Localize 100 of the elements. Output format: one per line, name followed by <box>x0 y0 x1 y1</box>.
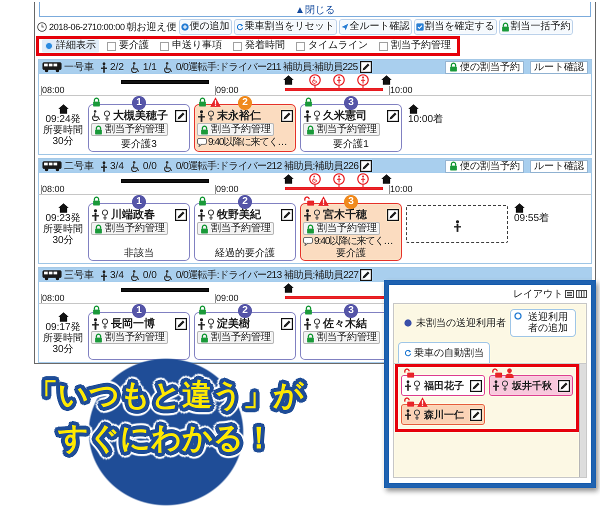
reservation-label: 割当予約管理 <box>317 332 377 343</box>
toolbar-button[interactable]: 割当を確定する <box>414 19 497 35</box>
legend-label: 未割当の送迎利用者 <box>416 316 506 330</box>
layout-label: レイアウト <box>513 288 563 301</box>
note-text: 9:40以降に来てく… <box>208 137 286 148</box>
padlock-icon <box>200 332 209 342</box>
passenger-card[interactable]: 末永裕仁 割当予約管理 9:40以降に来てく… <box>194 104 296 152</box>
reservation-label: 割当予約管理 <box>211 332 271 343</box>
pencil-icon <box>281 110 293 122</box>
pencil-icon <box>281 318 293 330</box>
passenger-card[interactable]: 牧野美紀 割当予約管理 経過的要介護 <box>194 203 296 261</box>
number-badge: 2 <box>238 96 252 110</box>
staff-info: 0/0運転手:ドライバー212 補助員:補助員226 <box>176 160 358 173</box>
wheelchair-seat-count: 0/0 <box>142 270 157 280</box>
time-label: 08:00 <box>42 184 65 194</box>
checkbox-option[interactable]: 割当予約管理 <box>376 39 454 53</box>
bus-icon <box>42 269 62 281</box>
pencil-icon <box>558 380 570 392</box>
passenger-name: 末永裕仁 <box>217 108 261 123</box>
passenger-card[interactable]: 森川一仁 <box>401 404 485 425</box>
female-symbol-icon <box>501 380 509 392</box>
list-view-icon <box>565 290 574 298</box>
person-icon <box>404 380 412 391</box>
passenger-name: 佐々木結 <box>323 316 367 331</box>
female-symbol-icon <box>207 318 215 330</box>
header-button[interactable]: ルート確認 <box>530 60 588 74</box>
passenger-name: 福田花子 <box>424 380 464 392</box>
passenger-card[interactable]: 久米憲司 割当予約管理 要介護1 <box>300 104 402 152</box>
female-symbol-icon <box>413 408 421 420</box>
arrival-time: 09:55着 <box>514 213 550 224</box>
female-symbol-icon <box>207 110 215 122</box>
reservation-label: 割当予約管理 <box>211 124 271 135</box>
passenger-name: 森川一仁 <box>424 408 464 422</box>
passenger-card[interactable]: 福田花子 <box>401 375 485 396</box>
passenger-card[interactable]: 大槻美穂子 割当予約管理 要介護3 <box>88 104 190 152</box>
passenger-card[interactable]: 坂井千秋 <box>489 375 573 396</box>
house-icon <box>514 203 525 213</box>
refresh-icon <box>404 349 412 357</box>
trip-name: 朝お迎え便 <box>126 20 177 34</box>
passenger-name: 牧野美紀 <box>217 208 261 222</box>
legend-dot-icon <box>404 319 412 327</box>
header-button[interactable]: 便の割当予約 <box>445 60 524 74</box>
person-icon <box>492 380 500 391</box>
wheelchair-icon <box>130 270 141 280</box>
toolbar-button[interactable]: 乗車割当をリセット <box>234 19 337 35</box>
checkbox-option[interactable]: 要介護 <box>104 39 152 53</box>
radio-option[interactable]: 詳細表示 <box>42 39 99 53</box>
wheelchair-pin-icon <box>309 173 321 188</box>
wheelchair-icon <box>130 160 141 172</box>
header-button[interactable]: 便の割当予約 <box>445 160 524 172</box>
checkbox-option[interactable]: タイムライン <box>293 39 371 53</box>
wheelchair-pin-icon <box>309 74 321 89</box>
female-symbol-icon <box>313 208 321 220</box>
duration-value: 30分 <box>52 235 74 246</box>
passenger-card[interactable]: 宮木千穂 割当予約管理 9:40以降に来てく… 要介護 <box>300 203 402 261</box>
female-symbol-icon <box>207 208 215 220</box>
toolbar-button[interactable]: 全ルート確認 <box>338 19 412 35</box>
empty-seat-slot[interactable] <box>406 205 508 243</box>
time-label: 09:00 <box>216 184 239 194</box>
reservation-label: 割当予約管理 <box>105 223 165 234</box>
header-button[interactable]: ルート確認 <box>530 160 588 172</box>
care-level: 非該当 <box>123 247 155 259</box>
passenger-card[interactable]: 川端政春 割当予約管理 非該当 <box>88 203 190 261</box>
reservation-label: 割当予約管理 <box>105 124 165 135</box>
duration-value: 30分 <box>52 136 74 147</box>
arrival-time: 10:00着 <box>408 114 444 125</box>
house-icon <box>283 174 294 184</box>
checkbox-option[interactable]: 発着時間 <box>230 39 288 53</box>
passenger-card[interactable]: 長岡一博 割当予約管理 <box>88 312 190 360</box>
pencil-icon <box>281 208 293 220</box>
toolbar-button[interactable]: 割当一括予約 <box>498 19 573 35</box>
pencil-icon <box>387 208 399 220</box>
checkbox-icon <box>296 42 305 50</box>
padlock-icon <box>94 124 103 134</box>
reservation-label: 割当予約管理 <box>105 332 165 343</box>
add-user-button[interactable]: 送迎利用者の追加 <box>510 309 576 337</box>
pencil-icon <box>360 160 372 172</box>
pencil-icon <box>175 110 187 122</box>
collapse-toggle[interactable]: ▲閉じる <box>295 5 335 16</box>
passenger-name: 久米憲司 <box>323 108 367 123</box>
checkbox-option[interactable]: 申送り事項 <box>157 39 225 53</box>
wheelchair-icon <box>130 62 141 72</box>
passenger-card[interactable]: 淀美樹 割当予約管理 <box>194 312 296 360</box>
auto-assign-button[interactable]: 乗車の自動割当 <box>398 342 490 363</box>
pencil-icon <box>175 208 187 220</box>
female-symbol-icon <box>101 318 109 330</box>
female-symbol-icon <box>413 380 421 392</box>
padlock-icon <box>449 161 458 171</box>
padlock-icon <box>200 224 209 234</box>
duration-label: 所要時間 <box>43 333 83 344</box>
toolbar-button[interactable]: 便の追加 <box>178 19 232 35</box>
time-label: 10:00 <box>390 184 413 194</box>
padlock-icon <box>306 224 315 234</box>
person-icon <box>100 160 108 172</box>
passenger-name: 坂井千秋 <box>512 380 552 392</box>
house-icon <box>58 203 68 213</box>
pencil-icon <box>470 408 482 420</box>
time-label: 08:00 <box>42 85 65 95</box>
person-pin-icon <box>333 173 345 188</box>
time-label: 09:00 <box>216 293 239 303</box>
